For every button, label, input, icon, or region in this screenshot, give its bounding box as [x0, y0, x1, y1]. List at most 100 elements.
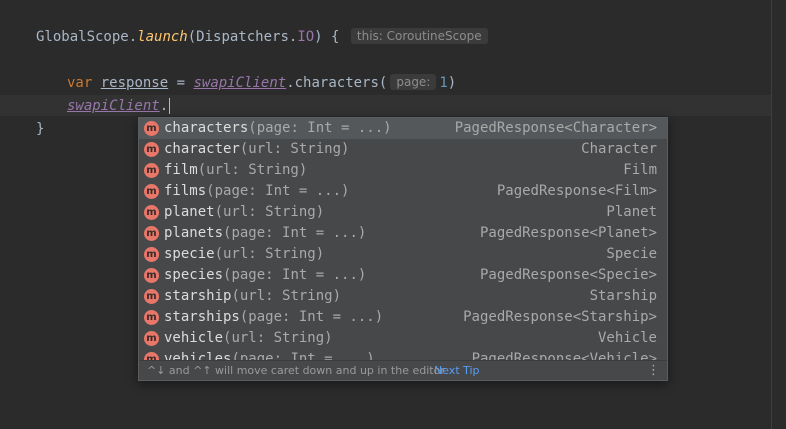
code-client-ref-current: swapiClient: [67, 98, 160, 114]
completion-popup[interactable]: m characters(page: Int = ...) PagedRespons…: [138, 117, 668, 381]
code-client-ref: swapiClient: [193, 75, 287, 91]
code-launch-fn: launch: [137, 29, 188, 45]
completion-item-params: (url: String): [197, 162, 308, 178]
text-caret: [169, 98, 171, 114]
code-dot: .: [159, 98, 169, 114]
completion-item-type: Starship: [589, 288, 657, 304]
code-line-3[interactable]: swapiClient.: [67, 96, 171, 116]
method-icon: m: [144, 205, 159, 220]
code-call-close: ): [447, 75, 457, 91]
method-icon: m: [144, 121, 159, 136]
completion-item-specie[interactable]: m specie(url: String) Specie: [139, 244, 667, 265]
code-assign: =: [168, 75, 194, 91]
completion-item-type: PagedResponse<Film>: [496, 183, 657, 199]
completion-item-species[interactable]: m species(page: Int = ...) PagedResponse<S…: [139, 265, 667, 286]
method-icon: m: [144, 226, 159, 241]
completion-item-params: (page: Int = ...): [223, 267, 367, 283]
completion-item-signature: specie(url: String): [164, 244, 324, 265]
completion-item-signature: films(page: Int = ...): [164, 181, 349, 202]
editor-right-gutter: [771, 0, 786, 429]
completion-list[interactable]: m characters(page: Int = ...) PagedRespons…: [139, 118, 667, 360]
code-io-const: IO: [297, 29, 315, 45]
completion-item-signature: planets(page: Int = ...): [164, 223, 366, 244]
completion-item-vehicles[interactable]: m vehicles(page: Int = ...) PagedResponse<…: [139, 349, 667, 360]
completion-item-starships[interactable]: m starships(page: Int = ...) PagedResponse…: [139, 307, 667, 328]
completion-item-name: vehicles: [164, 351, 232, 360]
completion-item-signature: film(url: String): [164, 160, 307, 181]
completion-item-character[interactable]: m character(url: String) Character: [139, 139, 667, 160]
code-call: .characters(: [286, 75, 388, 91]
completion-item-params: (url: String): [223, 330, 333, 346]
code-var-name: response: [100, 75, 169, 91]
completion-item-params: (page: Int = ...): [206, 183, 350, 199]
completion-item-params: (url: String): [239, 141, 350, 157]
code-arg: 1: [439, 75, 448, 91]
completion-item-name: specie: [164, 246, 215, 262]
completion-item-starship[interactable]: m starship(url: String) Starship: [139, 286, 667, 307]
completion-item-type: Planet: [606, 204, 657, 220]
completion-item-type: PagedResponse<Vehicle>: [471, 351, 657, 360]
completion-item-type: Film: [623, 162, 657, 178]
completion-item-params: (page: Int = ...): [231, 351, 375, 360]
code-receiver: GlobalScope.: [36, 29, 138, 45]
completion-item-signature: planet(url: String): [164, 202, 324, 223]
more-options-icon[interactable]: ⋮: [647, 361, 660, 380]
completion-item-planet[interactable]: m planet(url: String) Planet: [139, 202, 667, 223]
completion-item-params: (url: String): [214, 204, 325, 220]
completion-item-type: PagedResponse<Planet>: [479, 225, 657, 241]
completion-item-name: starship: [164, 288, 232, 304]
method-icon: m: [144, 310, 159, 325]
completion-item-name: planets: [164, 225, 224, 241]
completion-item-name: planet: [164, 204, 215, 220]
code-close: ) {: [314, 29, 340, 45]
method-icon: m: [144, 268, 159, 283]
completion-item-name: film: [164, 162, 198, 178]
completion-item-name: species: [164, 267, 224, 283]
method-icon: m: [144, 289, 159, 304]
completion-item-name: starships: [164, 309, 240, 325]
completion-item-params: (page: Int = ...): [239, 309, 384, 325]
completion-item-name: character: [164, 141, 240, 157]
code-line-1[interactable]: GlobalScope.launch(Dispatchers.IO) { thi…: [36, 27, 491, 47]
completion-item-planets[interactable]: m planets(page: Int = ...) PagedResponse<P…: [139, 223, 667, 244]
completion-item-films[interactable]: m films(page: Int = ...) PagedResponse<Fil…: [139, 181, 667, 202]
completion-item-signature: vehicle(url: String): [164, 328, 333, 349]
code-open: (Dispatchers.: [187, 29, 298, 45]
completion-item-signature: starships(page: Int = ...): [164, 307, 383, 328]
completion-item-type: PagedResponse<Specie>: [479, 267, 657, 283]
method-icon: m: [144, 331, 159, 346]
method-icon: m: [144, 184, 159, 199]
completion-item-params: (page: Int = ...): [223, 225, 367, 241]
inlay-hint-scope: this: CoroutineScope: [350, 28, 488, 44]
completion-item-signature: starship(url: String): [164, 286, 341, 307]
completion-item-signature: species(page: Int = ...): [164, 265, 366, 286]
completion-item-signature: character(url: String): [164, 139, 349, 160]
completion-item-characters[interactable]: m characters(page: Int = ...) PagedRespons…: [139, 118, 667, 139]
completion-tip-text: ^↓ and ^↑ will move caret down and up in…: [147, 364, 445, 377]
completion-item-params: (url: String): [214, 246, 325, 262]
method-icon: m: [144, 247, 159, 262]
code-line-2[interactable]: var response = swapiClient.characters(pa…: [67, 73, 456, 93]
method-icon: m: [144, 352, 159, 360]
method-icon: m: [144, 163, 159, 178]
method-icon: m: [144, 142, 159, 157]
completion-item-type: PagedResponse<Starship>: [463, 309, 657, 325]
completion-item-vehicle[interactable]: m vehicle(url: String) Vehicle: [139, 328, 667, 349]
completion-item-signature: vehicles(page: Int = ...): [164, 349, 375, 360]
code-var-keyword: var: [67, 75, 93, 91]
completion-item-name: films: [164, 183, 207, 199]
next-tip-link[interactable]: Next Tip: [434, 361, 480, 380]
completion-item-signature: characters(page: Int = ...): [164, 118, 392, 139]
completion-item-name: vehicle: [164, 330, 224, 346]
completion-item-params: (url: String): [231, 288, 342, 304]
completion-item-type: Specie: [606, 246, 657, 262]
completion-item-film[interactable]: m film(url: String) Film: [139, 160, 667, 181]
completion-item-params: (page: Int = ...): [248, 120, 392, 136]
completion-item-name: characters: [164, 120, 249, 136]
completion-item-type: PagedResponse<Character>: [454, 120, 657, 136]
code-closing-brace: }: [36, 121, 45, 137]
code-line-4[interactable]: }: [36, 119, 44, 139]
completion-item-type: Vehicle: [597, 330, 657, 346]
completion-footer: ^↓ and ^↑ will move caret down and up in…: [139, 360, 667, 380]
inlay-hint-page: page:: [390, 74, 437, 90]
